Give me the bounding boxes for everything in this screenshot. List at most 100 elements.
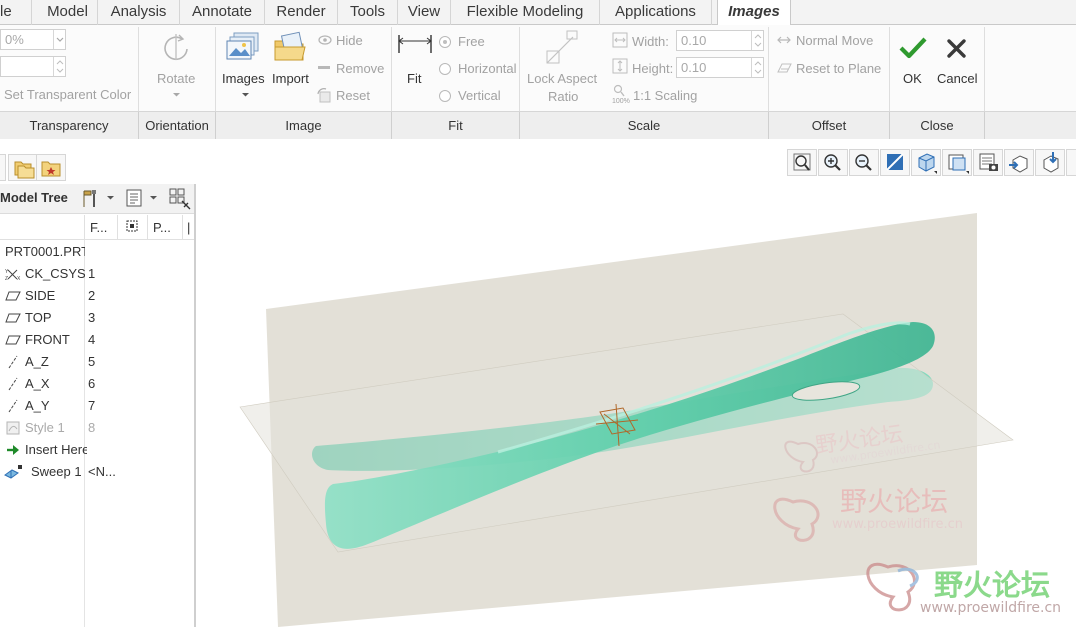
chevron-down-icon[interactable]: [106, 195, 115, 201]
column-header-more[interactable]: |: [183, 215, 194, 240]
tab-images[interactable]: Images: [717, 0, 791, 26]
repaint-icon: [886, 153, 904, 171]
import-folder-icon: [274, 31, 306, 61]
tree-root[interactable]: PRT0001.PRT: [0, 241, 194, 263]
minus-icon: [318, 66, 330, 69]
chevron-down-icon[interactable]: [149, 195, 158, 201]
tree-item-a-z[interactable]: A_Z 5: [0, 351, 194, 373]
group-image: Image: [216, 112, 392, 139]
show-list-icon[interactable]: [124, 188, 144, 208]
ribbon-group-bar: Transparency Orientation Image Fit Scale…: [0, 111, 1076, 139]
tab-annotate[interactable]: Annotate: [180, 0, 265, 25]
tab-model[interactable]: Model: [38, 0, 98, 25]
settings-tools-icon[interactable]: [80, 187, 102, 209]
width-spin[interactable]: [751, 31, 763, 50]
normal-move-button[interactable]: Normal Move: [796, 33, 873, 48]
tree-item-label: Style 1: [25, 420, 65, 435]
tree-item-a-y[interactable]: A_Y 7: [0, 395, 194, 417]
orient-button[interactable]: [1035, 149, 1065, 176]
partial-button[interactable]: [0, 154, 6, 181]
view-manager-button[interactable]: [973, 149, 1003, 176]
tree-item-top[interactable]: TOP 3: [0, 307, 194, 329]
import-button[interactable]: Import: [272, 71, 309, 86]
column-header-name[interactable]: [0, 215, 85, 240]
remove-button[interactable]: Remove: [336, 61, 384, 76]
transparency-dropdown[interactable]: [53, 30, 65, 49]
transparency-value-field[interactable]: 0%: [0, 29, 66, 50]
height-spin[interactable]: [751, 58, 763, 77]
spin-arrows[interactable]: [53, 57, 65, 76]
tab-view[interactable]: View: [398, 0, 451, 25]
tree-item-side[interactable]: SIDE 2: [0, 285, 194, 307]
reset-to-plane-button[interactable]: Reset to Plane: [796, 61, 881, 76]
tab-applications[interactable]: Applications: [600, 0, 712, 25]
column-header-icon[interactable]: [118, 215, 148, 240]
hide-button[interactable]: Hide: [336, 33, 363, 48]
fit-icon: [398, 35, 432, 53]
one-to-one-scaling-button[interactable]: 1:1 Scaling: [633, 88, 697, 103]
height-input[interactable]: 0.10: [676, 57, 764, 78]
transparency-value: 0%: [5, 32, 24, 47]
tab-file[interactable]: le: [0, 0, 32, 25]
display-style-button[interactable]: [911, 149, 941, 176]
tree-item-label: Sweep 1: [31, 464, 82, 479]
datum-plane-icon: [5, 291, 21, 301]
fit-free-radio[interactable]: [439, 36, 451, 48]
group-fit: Fit: [392, 112, 520, 139]
ok-button[interactable]: OK: [903, 71, 922, 86]
tree-item-ck-csys[interactable]: YXZ CK_CSYS 1: [0, 263, 194, 285]
watermark-url: www.proewildfire.cn: [832, 517, 963, 532]
favorites-folder-button[interactable]: [36, 154, 66, 181]
set-transparent-color-button[interactable]: Set Transparent Color: [4, 87, 131, 102]
tab-flexible-modeling[interactable]: Flexible Modeling: [451, 0, 600, 25]
cancel-x-icon: [947, 39, 966, 58]
tree-item-a-x[interactable]: A_X 6: [0, 373, 194, 395]
fit-button[interactable]: Fit: [407, 71, 421, 86]
saved-orientations-button[interactable]: [942, 149, 972, 176]
datum-axis-icon: [8, 377, 18, 391]
lock-aspect-ratio-icon: [546, 30, 578, 64]
ribbon: 0% Set Transparent Color Rotate Images I…: [0, 25, 1076, 139]
rotate-button[interactable]: Rotate: [157, 71, 195, 86]
scaling-badge: 100%: [612, 98, 630, 105]
zoom-in-button[interactable]: [818, 149, 848, 176]
tree-item-number: 5: [88, 354, 96, 369]
model-viewport[interactable]: [198, 184, 1076, 627]
tree-root-label: PRT0001.PRT: [5, 244, 85, 259]
tab-tools[interactable]: Tools: [338, 0, 398, 25]
images-button[interactable]: Images: [222, 71, 265, 86]
tree-item-style-1[interactable]: Style 1 8: [0, 417, 194, 439]
magnifier-icon: [613, 84, 625, 97]
column-header-feature-number[interactable]: F...: [85, 215, 118, 240]
divider: [215, 27, 216, 111]
cancel-button[interactable]: Cancel: [937, 71, 977, 86]
refit-button[interactable]: [787, 149, 817, 176]
tab-analysis[interactable]: Analysis: [98, 0, 180, 25]
more-tools-button[interactable]: [1066, 149, 1076, 176]
tree-item-sweep-1[interactable]: Sweep 1 <N...: [0, 461, 194, 483]
tab-render[interactable]: Render: [265, 0, 338, 25]
images-icon: [226, 32, 259, 60]
transparency-spin-field[interactable]: [0, 56, 66, 77]
model-tree-title[interactable]: Model Tree: [0, 190, 68, 205]
graphics-window[interactable]: 野火论坛 www.proewildfire.cn 野火论坛 www.proewi…: [198, 184, 1076, 627]
zoom-out-button[interactable]: [849, 149, 879, 176]
fit-horizontal-radio[interactable]: [439, 63, 451, 75]
lock-aspect-ratio-button[interactable]: Lock Aspect: [527, 71, 597, 86]
column-settings-icon[interactable]: [168, 187, 192, 211]
divider: [138, 27, 139, 111]
tree-item-number: 4: [88, 332, 96, 347]
saved-views-icon: [948, 154, 969, 174]
folder-browser-button[interactable]: [8, 154, 38, 181]
height-icon: [612, 58, 628, 74]
tree-item-front[interactable]: FRONT 4: [0, 329, 194, 351]
column-header-status[interactable]: P...: [148, 215, 183, 240]
tree-item-insert-here[interactable]: Insert Here: [0, 439, 194, 461]
reset-button[interactable]: Reset: [336, 88, 370, 103]
width-input[interactable]: 0.10: [676, 30, 764, 51]
perspective-button[interactable]: [1004, 149, 1034, 176]
fit-vertical-radio[interactable]: [439, 90, 451, 102]
width-value: 0.10: [681, 33, 707, 48]
height-value: 0.10: [681, 60, 707, 75]
repaint-button[interactable]: [880, 149, 910, 176]
